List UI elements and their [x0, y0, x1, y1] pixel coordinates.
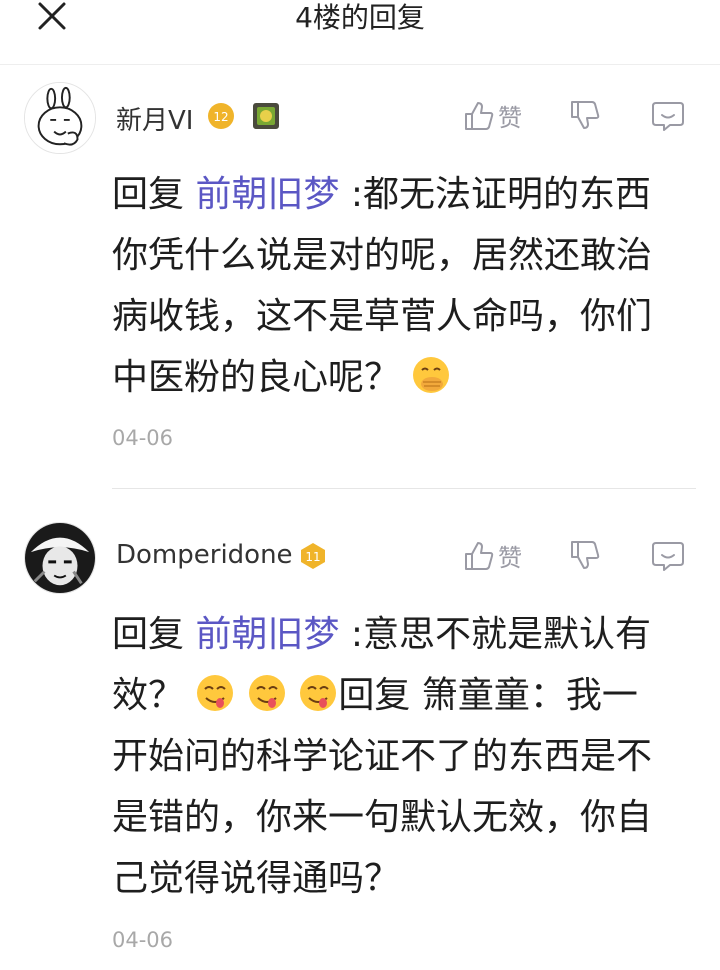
like-button[interactable]: 赞 — [462, 538, 522, 573]
avatar[interactable] — [24, 522, 96, 594]
comment-bubble-icon — [652, 102, 684, 131]
honor-medal-icon — [253, 103, 279, 129]
dislike-button[interactable] — [568, 98, 602, 132]
reply-prefix: 回复 — [112, 174, 185, 215]
comment-body: :都无法证明的东西你凭什么说是对的呢，居然还敢治病收钱，这不是草菅人命吗，你们中… — [112, 174, 653, 398]
thumbs-down-icon — [571, 541, 600, 569]
mention-link[interactable]: 前朝旧梦 — [195, 174, 339, 215]
hand-over-mouth-emoji — [411, 355, 451, 395]
level-number: 11 — [305, 550, 320, 564]
thumbs-up-icon — [465, 541, 494, 570]
comment-text: 回复 前朝旧梦 :意思不就是默认有效？ 回复 箫童童：我一开始问的科学论证不了的… — [112, 604, 672, 909]
level-badge-icon: 12 — [208, 103, 234, 129]
level-number: 12 — [213, 110, 228, 124]
thumbs-down-icon — [571, 101, 600, 129]
mention-link[interactable]: 前朝旧梦 — [195, 614, 339, 655]
page-title: 4楼的回复 — [295, 1, 425, 34]
comment-bubble-icon — [652, 542, 684, 571]
dislike-button[interactable] — [568, 538, 602, 572]
manga-face-avatar-icon — [25, 523, 95, 593]
username[interactable]: Domperidone — [116, 540, 293, 570]
thumbs-up-icon — [465, 101, 494, 130]
yum-emoji — [195, 673, 235, 713]
rabbit-avatar-icon — [25, 83, 95, 153]
timestamp: 04-06 — [112, 426, 174, 450]
like-label: 赞 — [498, 104, 522, 132]
avatar[interactable] — [24, 82, 96, 154]
comment-body: 回复 箫童童：我一开始问的科学论证不了的东西是不是错的，你来一句默认无效，你自己… — [112, 675, 653, 899]
top-bar: 4楼的回复 — [0, 0, 720, 65]
username[interactable]: 新月VI — [116, 100, 193, 137]
divider — [112, 488, 696, 489]
comment-text: 回复 前朝旧梦 :都无法证明的东西你凭什么说是对的呢，居然还敢治病收钱，这不是草… — [112, 164, 672, 408]
reply-prefix: 回复 — [112, 614, 185, 655]
like-button[interactable]: 赞 — [462, 98, 522, 133]
timestamp: 04-06 — [112, 928, 174, 952]
yum-emoji — [247, 673, 287, 713]
like-label: 赞 — [498, 544, 522, 572]
reply-button[interactable] — [650, 538, 686, 574]
reply-button[interactable] — [650, 98, 686, 134]
level-badge-icon: 11 — [301, 543, 325, 569]
yum-emoji — [298, 673, 338, 713]
